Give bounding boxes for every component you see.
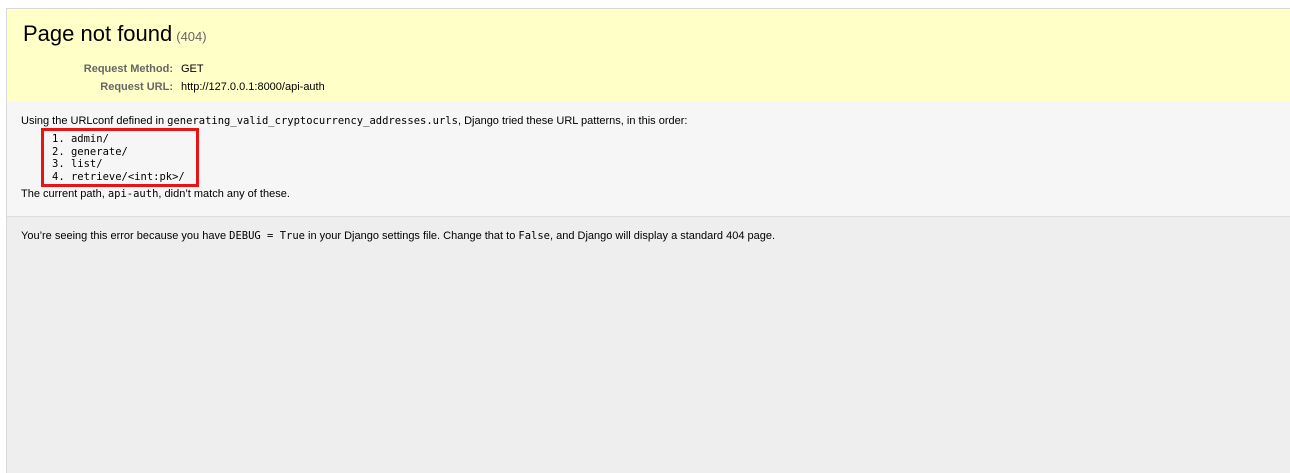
url-pattern-text: generate/ [70, 145, 128, 158]
request-url-value: http://127.0.0.1:8000/api-auth [181, 81, 325, 93]
url-pattern-text: admin/ [70, 133, 109, 145]
request-url-label: Request URL: [100, 81, 173, 93]
page-title-text: Page not found [23, 21, 173, 46]
intro-suffix: , Django tried these URL patterns, in th… [457, 115, 688, 127]
request-url-row: Request URL: http://127.0.0.1:8000/api-a… [7, 78, 325, 96]
url-pattern-text: list/ [70, 158, 103, 170]
debug-setting: DEBUG = True [229, 230, 305, 242]
url-pattern-item: 4. retrieve/<int:pk>/ [52, 170, 185, 183]
url-pattern-item: 1. admin/ [52, 133, 109, 145]
request-method-value: GET [181, 63, 204, 75]
explanation-middle: in your Django settings file. Change tha… [304, 230, 519, 242]
current-prefix: The current path, [21, 188, 108, 200]
url-pattern-text: retrieve/<int:pk>/ [70, 170, 185, 183]
url-pattern-item: 2. generate/ [52, 145, 128, 158]
urlconf-name: generating_valid_cryptocurrency_addresse… [167, 115, 458, 127]
explanation-suffix: , and Django will display a standard 404… [550, 230, 776, 242]
current-suffix: , didn’t match any of these. [158, 188, 290, 200]
url-pattern-list: 1. admin/ 2. generate/ 3. list/ 4. retri… [44, 131, 196, 183]
status-code: (404) [176, 29, 207, 44]
request-method-row: Request Method: GET [7, 60, 325, 78]
current-path-message: The current path, api-auth, didn’t match… [21, 188, 290, 200]
page-title: Page not found (404) [23, 21, 207, 50]
debug-explanation: You’re seeing this error because you hav… [21, 230, 775, 242]
false-value: False [518, 230, 550, 242]
request-method-label: Request Method: [83, 63, 173, 75]
url-patterns-highlight-box: 1. admin/ 2. generate/ 3. list/ 4. retri… [41, 128, 199, 187]
intro-prefix: Using the URLconf defined in [21, 115, 168, 127]
explanation-prefix: You’re seeing this error because you hav… [21, 230, 230, 242]
current-path: api-auth [107, 188, 159, 200]
urlconf-intro: Using the URLconf defined in generating_… [21, 115, 687, 127]
url-patterns-info: Using the URLconf defined in generating_… [7, 102, 1290, 217]
error-page: Page not found (404) Request Method: GET … [6, 8, 1290, 473]
request-info-table: Request Method: GET Request URL: http://… [7, 60, 325, 96]
error-summary: Page not found (404) Request Method: GET … [7, 9, 1290, 103]
url-pattern-item: 3. list/ [52, 158, 103, 170]
